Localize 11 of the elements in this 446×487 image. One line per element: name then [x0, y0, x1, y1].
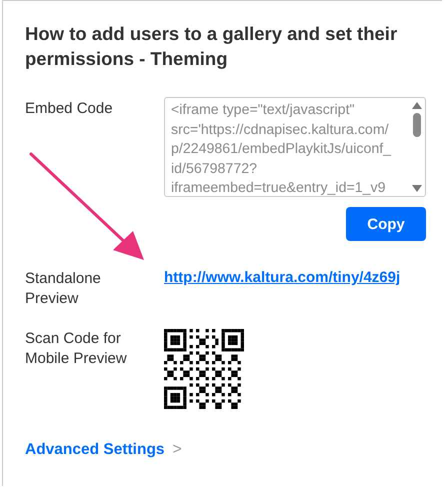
chevron-glyph: >	[172, 441, 182, 459]
field-label: Scan Code for Mobile Preview	[25, 329, 128, 369]
field-label: Embed Code	[25, 99, 114, 119]
embed-code-field[interactable]: <iframe type="text/javascript" src='https://cdnapisec.kaltura.com/ p/2249861/embedPlaykitJs/uiconf_ id/56798772? iframeembed=true&entry_id=1_v9	[164, 97, 426, 197]
scrollbar-icon[interactable]	[411, 100, 423, 194]
qr-code-icon	[164, 329, 244, 409]
preview-link[interactable]: http://www.kaltura.com/tiny/4z69j	[164, 268, 400, 286]
dialog-title: How to add users to a gallery and set their permissions - Theming	[25, 22, 398, 71]
copy-button[interactable]: Copy	[346, 207, 426, 241]
field-label: Standalone Preview	[25, 269, 102, 309]
advanced-settings-link[interactable]: Advanced Settings	[25, 441, 165, 459]
